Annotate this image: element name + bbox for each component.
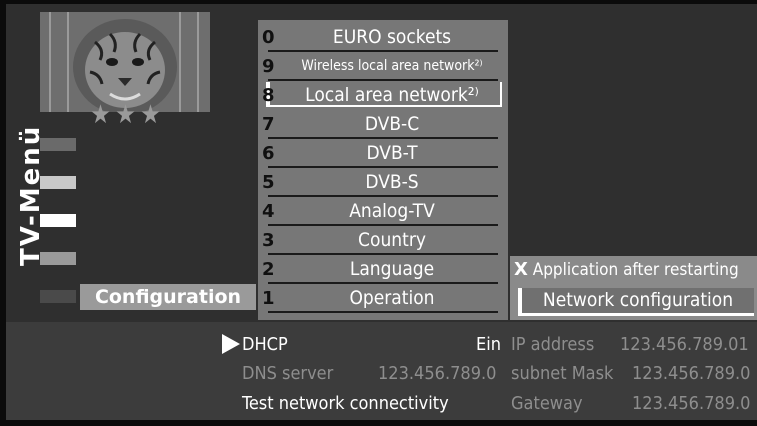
- menu-item-number: 1: [262, 288, 275, 309]
- gateway-value: 123.456.789.0: [632, 393, 751, 414]
- test-network-connectivity[interactable]: Test network connectivity: [242, 392, 449, 416]
- tiger-thumbnail: [40, 12, 210, 112]
- menu-level-bar: [40, 176, 76, 189]
- menu-item-label: DVB-S: [365, 171, 419, 193]
- menu-item-local-area-network[interactable]: 8 Local area network²⁾: [258, 81, 508, 110]
- menu-item-number: 3: [262, 230, 275, 251]
- rating-stars: ★★★: [90, 100, 165, 130]
- gateway-label: Gateway: [511, 393, 583, 414]
- menu-item-label: Wireless local area network²⁾: [301, 58, 483, 74]
- menu-item-operation[interactable]: 1 Operation: [258, 284, 508, 313]
- menu-item-label: Operation: [349, 287, 435, 309]
- menu-item-number: 9: [262, 56, 275, 77]
- menu-item-wireless-lan[interactable]: 9 Wireless local area network²⁾: [258, 52, 508, 81]
- network-configuration-option[interactable]: Network configuration: [518, 288, 754, 316]
- application-after-restart-label: Application after restarting: [532, 260, 739, 280]
- menu-item-country[interactable]: 3 Country: [258, 226, 508, 255]
- menu-item-dvb-c[interactable]: 7 DVB-C: [258, 110, 508, 139]
- menu-item-label: Country: [358, 229, 426, 251]
- menu-item-number: 5: [262, 172, 275, 193]
- menu-item-number: 8: [262, 85, 275, 106]
- menu-level-bar: [40, 290, 76, 303]
- menu-item-number: 7: [262, 114, 275, 135]
- application-after-restart-option[interactable]: X Application after restarting: [514, 259, 739, 280]
- menu-item-dvb-s[interactable]: 5 DVB-S: [258, 168, 508, 197]
- menu-item-number: 6: [262, 143, 275, 164]
- dhcp-value[interactable]: Ein: [476, 333, 501, 357]
- subnet-mask-value: 123.456.789.0: [632, 363, 751, 384]
- dns-server-value: 123.456.789.0: [378, 363, 497, 384]
- menu-level-bar: [40, 214, 76, 227]
- subnet-mask-label: subnet Mask: [511, 363, 614, 384]
- menu-level-bar: [40, 252, 76, 265]
- menu-item-label: EURO sockets: [332, 26, 452, 48]
- menu-item-label: Analog-TV: [349, 200, 435, 222]
- menu-item-label: DVB-T: [366, 142, 418, 164]
- menu-item-language[interactable]: 2 Language: [258, 255, 508, 284]
- menu-item-analog-tv[interactable]: 4 Analog-TV: [258, 197, 508, 226]
- dns-server-label: DNS server: [242, 363, 334, 384]
- menu-level-bar: [40, 138, 76, 151]
- menu-item-label: Local area network²⁾: [305, 84, 479, 106]
- ip-address-label: IP address: [511, 334, 595, 355]
- network-details-panel: DHCP Ein DNS server 123.456.789.0 Test n…: [6, 322, 757, 420]
- menu-item-euro-sockets[interactable]: 0 EURO sockets: [258, 23, 508, 52]
- menu-item-label: Language: [349, 258, 435, 280]
- play-arrow-icon: [222, 334, 240, 354]
- menu-item-number: 4: [262, 201, 275, 222]
- x-key-icon: X: [514, 259, 528, 280]
- menu-item-dvb-t[interactable]: 6 DVB-T: [258, 139, 508, 168]
- configuration-menu: 0 EURO sockets 9 Wireless local area net…: [258, 20, 508, 320]
- menu-item-number: 0: [262, 27, 275, 48]
- ip-address-value: 123.456.789.01: [620, 334, 749, 355]
- configuration-label[interactable]: Configuration: [80, 284, 256, 310]
- menu-item-number: 2: [262, 259, 275, 280]
- dhcp-label[interactable]: DHCP: [242, 333, 288, 357]
- menu-item-label: DVB-C: [364, 113, 420, 135]
